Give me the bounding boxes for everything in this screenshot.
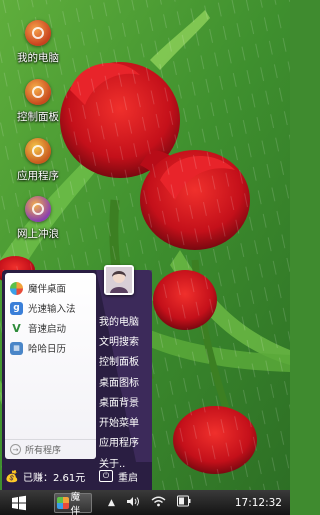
applications-icon [25,138,51,164]
battery-icon[interactable] [176,495,191,510]
menu-item-label: 光速输入法 [28,304,76,315]
control-panel-icon [25,79,51,105]
menu-link-search[interactable]: 文明搜索 [99,330,151,350]
pinwheel-icon [10,281,23,295]
desktop-icon-applications[interactable]: 应用程序 [6,138,70,183]
taskbar-app-label: 魔伴 [70,491,81,515]
menu-item-label: 魔伴桌面 [28,284,67,295]
menu-link-control-panel[interactable]: 控制面板 [99,351,151,371]
start-menu: 魔伴桌面 g 光速输入法 V 音速启动 ▦ 哈哈日历 → 所有程序 我的电脑 文… [2,270,152,490]
launcher-icon: V [12,321,21,335]
start-button[interactable] [7,492,31,514]
desktop-icon-label: 控制面板 [17,111,59,123]
menu-item-label: 音速启动 [28,324,67,335]
desktop-icon-my-computer[interactable]: 我的电脑 [6,20,70,65]
menu-link-desktop-background[interactable]: 桌面背景 [99,391,151,411]
all-programs-button[interactable]: → 所有程序 [5,439,96,459]
start-menu-footer: 💰 已赚：2.61元 ⏻ 重启 [2,462,152,490]
power-icon: ⏻ [99,470,113,482]
desktop-icon-label: 我的电脑 [17,52,59,64]
calendar-icon: ▦ [10,341,23,355]
start-menu-right-panel: 我的电脑 文明搜索 控制面板 桌面图标 桌面背景 开始菜单 应用程序 关于.. [99,310,151,472]
computer-icon [25,20,51,46]
menu-item-mobile-desktop[interactable]: 魔伴桌面 [5,278,96,298]
input-method-icon: g [10,301,23,315]
menu-link-applications[interactable]: 应用程序 [99,432,151,452]
avatar[interactable] [104,265,134,295]
arrow-right-icon: → [10,444,21,455]
all-programs-label: 所有程序 [25,446,62,456]
clock[interactable]: 17:12:32 [235,497,282,509]
desktop-icon-label: 应用程序 [17,170,59,182]
restart-label: 重启 [118,472,138,484]
menu-link-start-menu[interactable]: 开始菜单 [99,411,151,431]
menu-item-label: 哈哈日历 [28,344,67,355]
system-tray: ▲ [108,495,202,510]
tray-expand-icon[interactable]: ▲ [108,498,115,508]
windows-logo-icon [12,495,26,510]
restart-button[interactable]: ⏻ 重启 [99,469,138,484]
taskbar-app-moban[interactable]: 魔伴 [54,492,92,515]
menu-item-input-method[interactable]: g 光速输入法 [5,298,96,318]
volume-icon[interactable] [126,496,140,510]
pinwheel-icon [57,496,69,509]
taskbar: 魔伴 ▲ 17:12:32 [0,490,290,515]
menu-item-launcher[interactable]: V 音速启动 [5,318,96,338]
browser-icon [25,196,51,222]
menu-link-my-computer[interactable]: 我的电脑 [99,310,151,330]
desktop-icon-control-panel[interactable]: 控制面板 [6,79,70,124]
wifi-icon[interactable] [151,496,166,510]
start-menu-left-panel: 魔伴桌面 g 光速输入法 V 音速启动 ▦ 哈哈日历 → 所有程序 [5,273,96,459]
earnings: 💰 已赚：2.61元 [2,469,99,484]
money-bag-icon: 💰 [5,469,19,483]
earnings-label: 已赚：2.61元 [23,472,86,484]
menu-link-desktop-icons[interactable]: 桌面图标 [99,371,151,391]
menu-item-calendar[interactable]: ▦ 哈哈日历 [5,338,96,358]
desktop-icon-label: 网上冲浪 [17,228,59,240]
desktop-icon-browser[interactable]: 网上冲浪 [6,196,70,241]
